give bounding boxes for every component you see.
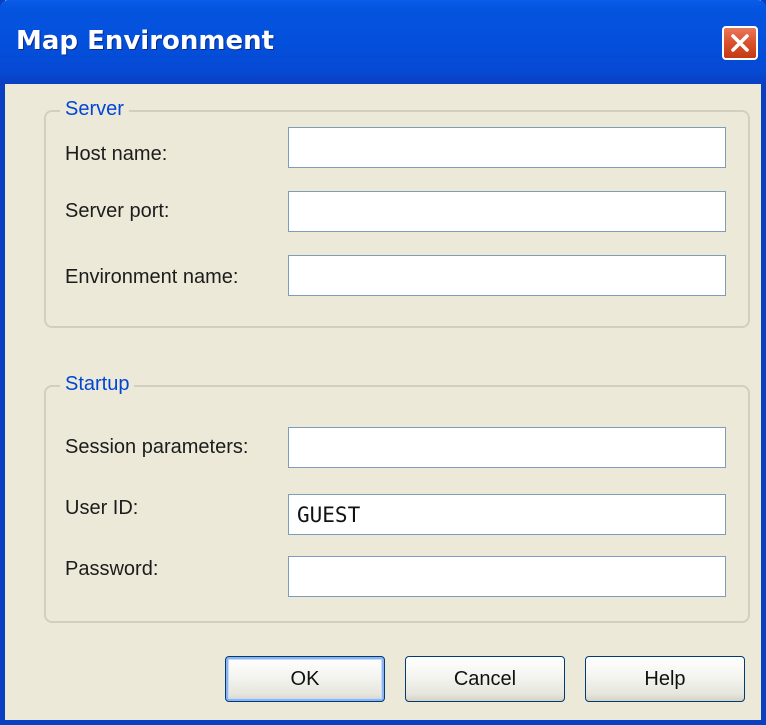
cancel-button[interactable]: Cancel <box>405 656 565 702</box>
environment-name-input[interactable] <box>288 255 726 296</box>
environment-name-label: Environment name: <box>65 266 239 288</box>
password-input[interactable] <box>288 556 726 597</box>
help-button[interactable]: Help <box>585 656 745 702</box>
map-environment-dialog: Map Environment Server Host name: Server… <box>0 0 766 725</box>
startup-group-legend: Startup <box>60 373 135 396</box>
user-id-label: User ID: <box>65 497 139 519</box>
session-parameters-label: Session parameters: <box>65 436 249 458</box>
server-port-input[interactable] <box>288 191 726 232</box>
session-parameters-input[interactable] <box>288 427 726 468</box>
dialog-title: Map Environment <box>16 26 275 56</box>
server-port-label: Server port: <box>65 200 170 222</box>
ok-button[interactable]: OK <box>225 656 385 702</box>
host-name-input[interactable] <box>288 127 726 168</box>
user-id-input[interactable] <box>288 494 726 535</box>
server-group-legend: Server <box>60 98 129 121</box>
password-label: Password: <box>65 558 159 580</box>
title-bar[interactable]: Map Environment <box>0 0 766 84</box>
host-name-label: Host name: <box>65 143 168 165</box>
close-button[interactable] <box>722 26 758 60</box>
close-icon <box>731 34 749 52</box>
